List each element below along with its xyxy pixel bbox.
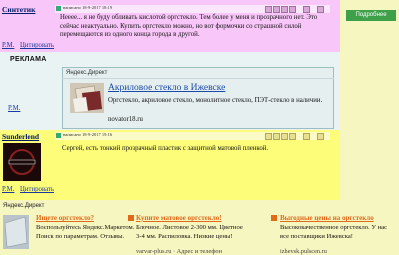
ad-url[interactable]: varvar-plus.ru · Адрес и телефон — [136, 248, 222, 255]
email-button-icon[interactable] — [281, 6, 288, 13]
post-date: написано 18-9-2017 19:16 — [63, 132, 113, 137]
quote-link[interactable]: Цитировать — [20, 42, 54, 49]
post-date: написано 18-9-2017 18:19 — [63, 5, 113, 10]
post-message: Сергей, есть тонкий прозрачный пластик с… — [62, 145, 269, 152]
www-button-icon[interactable] — [289, 6, 296, 13]
ad-title-link[interactable]: Купите матовое оргстекло! — [136, 214, 222, 222]
ad-title-link[interactable]: Акриловое стекло в Ижевске — [108, 83, 225, 93]
more-button[interactable]: Подробнее — [346, 10, 396, 21]
bottom-ad-block: Яндекс.Директ Ищете оргстекло? Воспользу… — [0, 200, 399, 255]
ad-text: Воспользуйтесь Яндекс.Маркетом. Поиск по… — [36, 224, 135, 240]
post-author-link[interactable]: Синтетик — [2, 5, 35, 14]
ad-thumbnail[interactable] — [70, 83, 104, 113]
ad-title-link[interactable]: Ищете оргстекло? — [36, 214, 94, 222]
post-header: написано 18-9-2017 18:19 — [55, 5, 330, 13]
post-header: написано 18-9-2017 19:16 — [55, 132, 330, 140]
profile-button-icon[interactable] — [265, 133, 272, 140]
ad-url[interactable]: izhevsk.pulscen.ru — [280, 248, 327, 255]
post-author-link[interactable]: Sunderlend — [2, 132, 39, 141]
post-message: Нееее... я не буду обливать кислотой орг… — [60, 14, 318, 38]
post-icon — [56, 6, 61, 11]
ad-block: РЕКЛАМА Яндекс.Директ Акриловое стекло в… — [0, 52, 340, 130]
www-button-icon[interactable] — [289, 133, 296, 140]
ad-bullet-icon — [271, 215, 277, 221]
ad-text: Высококачественное оргстекло. У нас все … — [280, 224, 388, 240]
quote-button-icon[interactable] — [303, 6, 310, 13]
ad-text: Блочное. Листовое 2-300 мм. Цветное 3-4 … — [136, 224, 243, 240]
forum-post: Синтетик написано 18-9-2017 18:19 Нееее.… — [0, 0, 340, 52]
avatar — [3, 143, 41, 181]
ad-divider — [62, 78, 334, 79]
ad-label: РЕКЛАМА — [10, 56, 47, 63]
rm-link[interactable]: Р.М. — [8, 105, 20, 112]
rm-link[interactable]: Р.М. — [2, 186, 14, 193]
quote-link[interactable]: Цитировать — [20, 186, 54, 193]
ad-text: Оргстекло, акриловое стекло, монолитное … — [108, 97, 323, 104]
ad-title-link[interactable]: Выгодные цены на оргстекло — [280, 214, 374, 222]
ad-provider[interactable]: Яндекс.Директ — [3, 203, 44, 209]
report-button-icon[interactable] — [317, 6, 324, 13]
ad-bullet-icon — [128, 215, 134, 221]
rm-link[interactable]: Р.М. — [2, 42, 14, 49]
email-button-icon[interactable] — [281, 133, 288, 140]
profile-button-icon[interactable] — [265, 6, 272, 13]
quote-button-icon[interactable] — [303, 133, 310, 140]
post-icon — [56, 133, 61, 138]
report-button-icon[interactable] — [317, 133, 324, 140]
ad-thumbnail[interactable] — [3, 215, 29, 249]
pm-button-icon[interactable] — [273, 6, 280, 13]
pm-button-icon[interactable] — [273, 133, 280, 140]
forum-post: Sunderlend написано 18-9-2017 19:16 Серг… — [0, 130, 340, 200]
ad-url[interactable]: novator18.ru — [108, 116, 143, 123]
ad-provider[interactable]: Яндекс.Директ — [66, 70, 107, 76]
